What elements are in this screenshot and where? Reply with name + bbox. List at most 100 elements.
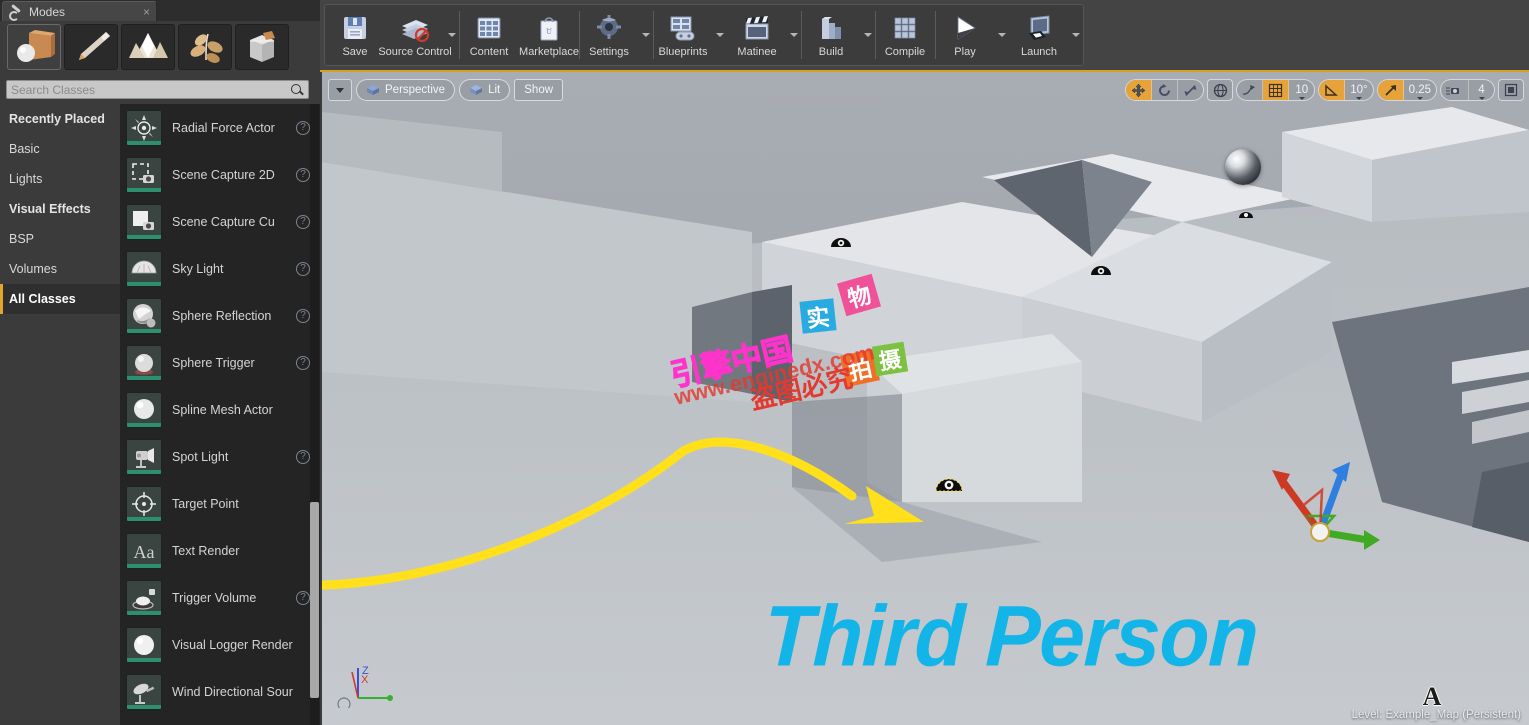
build-chevron-down-icon[interactable]: [861, 5, 875, 65]
help-icon[interactable]: ?: [296, 120, 310, 135]
list-item[interactable]: Visual Logger Render: [120, 621, 320, 668]
place-mode-button[interactable]: [7, 24, 61, 70]
help-icon[interactable]: ?: [296, 214, 310, 229]
sidebar-item-all-classes[interactable]: All Classes: [0, 284, 120, 314]
camera-actor-icon[interactable]: [827, 232, 855, 248]
close-icon[interactable]: ×: [137, 5, 150, 19]
list-item[interactable]: Scene Capture Cu ?: [120, 198, 320, 245]
chevron-down-icon[interactable]: [1298, 97, 1305, 100]
rotation-snap-value[interactable]: 10°: [1345, 80, 1372, 100]
search-input[interactable]: [11, 82, 290, 97]
list-item-label: Wind Directional Sour: [172, 684, 293, 699]
category-label: Visual Effects: [9, 202, 91, 216]
wind-directional-icon: [126, 673, 162, 710]
blueprints-button[interactable]: Blueprints: [653, 5, 713, 65]
surface-snap-toggle[interactable]: [1237, 80, 1264, 100]
sidebar-item-visual-effects[interactable]: Visual Effects: [0, 194, 120, 224]
list-item[interactable]: Sphere Trigger ?: [120, 339, 320, 386]
help-icon[interactable]: ?: [296, 167, 310, 182]
rotation-snap-toggle[interactable]: [1319, 80, 1346, 100]
help-icon[interactable]: ?: [296, 449, 310, 464]
scale-tool-button[interactable]: [1178, 80, 1203, 100]
launch-chevron-down-icon[interactable]: [1069, 5, 1083, 65]
sidebar-item-volumes[interactable]: Volumes: [0, 254, 120, 284]
save-button[interactable]: Save: [325, 5, 385, 65]
list-item[interactable]: Spot Light ?: [120, 433, 320, 480]
camera-speed-icon[interactable]: [1441, 80, 1469, 100]
chevron-down-icon[interactable]: [1478, 97, 1485, 100]
camera-actor-icon[interactable]: [1237, 206, 1255, 218]
search-classes-row[interactable]: [6, 80, 309, 99]
matinee-button[interactable]: Matinee: [727, 5, 787, 65]
sidebar-item-basic[interactable]: Basic: [0, 134, 120, 164]
viewport-options-caret[interactable]: [328, 79, 352, 101]
content-button[interactable]: Content: [459, 5, 519, 65]
modes-panel: Modes × Search Classes Recently Placed B…: [0, 0, 320, 725]
help-icon[interactable]: ?: [296, 308, 310, 323]
scrollbar-thumb[interactable]: [310, 502, 319, 698]
build-button[interactable]: Build: [801, 5, 861, 65]
list-item[interactable]: Sphere Reflection ?: [120, 292, 320, 339]
view-mode-perspective-button[interactable]: Perspective: [356, 79, 456, 101]
class-list[interactable]: Radial Force Actor ? Scene Capture 2D ?: [120, 104, 320, 725]
help-icon[interactable]: ?: [296, 590, 310, 605]
camera-actor-icon[interactable]: [1087, 260, 1115, 276]
settings-button[interactable]: Settings: [579, 5, 639, 65]
chevron-down-icon[interactable]: [1416, 97, 1423, 100]
launch-button[interactable]: Launch: [1009, 5, 1069, 65]
viewport-axis-indicator: Z X: [334, 658, 396, 713]
world-coordinate-toggle[interactable]: [1207, 79, 1234, 101]
geometry-mode-button[interactable]: [235, 24, 289, 70]
sidebar-item-lights[interactable]: Lights: [0, 164, 120, 194]
sidebar-item-bsp[interactable]: BSP: [0, 224, 120, 254]
rotate-tool-button[interactable]: [1152, 80, 1179, 100]
list-item-label: Radial Force Actor: [172, 120, 275, 135]
camera-speed-value[interactable]: 4: [1469, 80, 1494, 100]
grid-snap-toggle[interactable]: [1263, 80, 1290, 100]
grid-snap-value[interactable]: 10: [1289, 80, 1314, 100]
list-item-target-point[interactable]: Target Point: [120, 480, 320, 527]
list-item[interactable]: Sky Light ?: [120, 245, 320, 292]
source-control-button[interactable]: Source Control: [378, 5, 452, 65]
marketplace-button[interactable]: U Marketplace: [519, 5, 579, 65]
lit-mode-button[interactable]: Lit: [459, 79, 511, 101]
toolbar-label: Build: [818, 46, 844, 58]
list-item[interactable]: Aa Text Render: [120, 527, 320, 574]
play-button[interactable]: Play: [935, 5, 995, 65]
globe-icon: [1213, 83, 1227, 97]
scale-snap-value[interactable]: 0.25: [1404, 80, 1436, 100]
list-item[interactable]: Wind Directional Sour: [120, 668, 320, 715]
blueprints-chevron-down-icon[interactable]: [713, 5, 727, 65]
tab-modes[interactable]: Modes ×: [2, 1, 157, 21]
landscape-mode-button[interactable]: [121, 24, 175, 70]
play-chevron-down-icon[interactable]: [995, 5, 1009, 65]
transform-gizmo[interactable]: [1270, 460, 1380, 552]
help-icon[interactable]: ?: [296, 355, 310, 370]
list-item-label: Text Render: [172, 543, 240, 558]
list-item[interactable]: Scene Capture 2D ?: [120, 151, 320, 198]
floppy-disk-icon: [340, 11, 370, 45]
toolbar-group-play: Play Launch: [935, 5, 1083, 65]
list-item[interactable]: Trigger Volume ?: [120, 574, 320, 621]
list-item[interactable]: Radial Force Actor ?: [120, 104, 320, 151]
paint-mode-button[interactable]: [64, 24, 118, 70]
help-icon[interactable]: ?: [296, 261, 310, 276]
compile-button[interactable]: Compile: [875, 5, 935, 65]
foliage-mode-button[interactable]: [178, 24, 232, 70]
play-triangle-icon: [950, 11, 980, 45]
matinee-chevron-down-icon[interactable]: [787, 5, 801, 65]
sidebar-item-recently-placed[interactable]: Recently Placed: [0, 104, 120, 134]
scale-snap-toggle[interactable]: [1377, 80, 1404, 100]
show-menu-button[interactable]: Show: [514, 79, 564, 101]
search-icon[interactable]: [290, 83, 304, 97]
actor-letter-marker[interactable]: A: [1419, 682, 1445, 712]
list-item[interactable]: Spline Mesh Actor: [120, 386, 320, 433]
class-list-scrollbar[interactable]: [310, 104, 319, 725]
gear-icon: [594, 11, 624, 45]
chevron-down-icon[interactable]: [1355, 97, 1362, 100]
level-viewport[interactable]: Third Person A 实 物 拍 摄 引擎中国 www.enginedx…: [322, 72, 1529, 725]
translate-tool-button[interactable]: [1126, 80, 1153, 100]
reflection-sphere-actor[interactable]: [1225, 149, 1261, 185]
settings-chevron-down-icon[interactable]: [639, 5, 653, 65]
maximize-viewport-button[interactable]: [1498, 79, 1524, 101]
